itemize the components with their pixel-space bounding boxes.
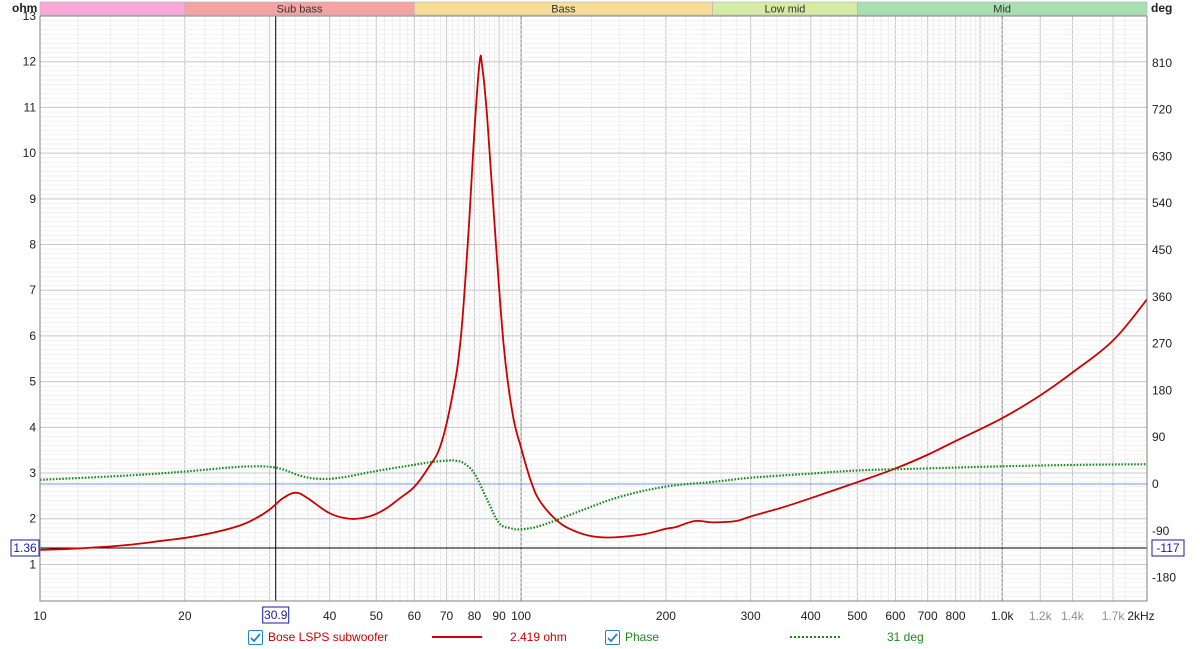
y-left-tick-label: 8 (29, 238, 36, 252)
series2-checkbox[interactable] (605, 630, 620, 645)
x-tick-label: 1.4k (1061, 609, 1085, 623)
y-left-tick-label: 4 (29, 420, 36, 434)
y-right-tick-label: 810 (1152, 56, 1172, 70)
x-tick-label: 10 (33, 609, 47, 623)
x-tick-label: 200 (656, 609, 676, 623)
y-left-tick-label: 10 (23, 146, 37, 160)
y-left-tick-labels: 12345678910111213 (23, 9, 37, 571)
y-right-tick-label: -90 (1152, 524, 1170, 538)
band-label-3: Low mid (764, 4, 805, 16)
y-left-tick-label: 11 (24, 100, 37, 114)
x-tick-label: 1.0k (991, 609, 1015, 623)
band-label-1: Sub bass (277, 4, 323, 16)
cursor-y-left-label: 1.36 (13, 541, 37, 555)
band-label-2: Bass (551, 4, 576, 16)
x-tick-label: 90 (492, 609, 506, 623)
series1-checkbox[interactable] (248, 630, 263, 645)
x-tick-label: 40 (323, 609, 337, 623)
x-tick-label: 700 (918, 609, 938, 623)
frequency-bands: Sub bass Bass Low mid Mid (39, 1, 1148, 16)
series2-readout: 31 deg (887, 630, 924, 644)
series1-readout: 2.419 ohm (510, 630, 567, 644)
left-unit-label: ohm (12, 1, 37, 15)
series1-name: Bose LSPS subwoofer (268, 630, 389, 644)
band-label-4: Mid (993, 4, 1011, 16)
y-right-tick-label: 180 (1152, 383, 1172, 397)
y-right-tick-label: 0 (1152, 477, 1159, 491)
y-right-tick-label: -180 (1152, 571, 1176, 585)
y-right-tick-label: 630 (1152, 149, 1172, 163)
x-tick-label: 80 (468, 609, 482, 623)
x-tick-label: 300 (741, 609, 761, 623)
y-left-tick-label: 9 (29, 192, 36, 206)
y-right-tick-label: 90 (1152, 430, 1166, 444)
y-left-tick-label: 6 (29, 329, 36, 343)
x-tick-label: 500 (847, 609, 867, 623)
x-tick-label: 100 (511, 609, 531, 623)
y-right-tick-label: 720 (1152, 103, 1172, 117)
y-left-tick-label: 2 (29, 512, 36, 526)
y-left-tick-label: 12 (23, 55, 37, 69)
band-0 (39, 1, 186, 16)
y-right-tick-label: 540 (1152, 196, 1172, 210)
x-tick-label: 20 (178, 609, 192, 623)
x-tick-label: 800 (946, 609, 966, 623)
series1-swatch (432, 636, 482, 638)
x-tick-label: 1.2k (1029, 609, 1053, 623)
x-tick-label: 600 (885, 609, 905, 623)
x-tick-label: 1.7k (1102, 609, 1126, 623)
y-left-tick-label: 1 (29, 557, 36, 571)
x-tick-label: 60 (408, 609, 422, 623)
y-left-tick-label: 3 (29, 466, 36, 480)
y-right-tick-label: 450 (1152, 243, 1172, 257)
cursor-y-right-label: -117 (1156, 541, 1179, 555)
y-right-tick-label: 360 (1152, 290, 1172, 304)
x-tick-labels: 10 20 40 50 60 70 80 90 100 200 300 400 500 600 700 800… (33, 609, 1154, 623)
y-left-tick-label: 5 (29, 375, 36, 389)
cursor-x-label: 30.9 (264, 608, 288, 622)
x-tick-label: 400 (801, 609, 821, 623)
y-left-tick-label: 7 (29, 283, 36, 297)
series2-name: Phase (625, 630, 660, 644)
x-tick-label: 2kHz (1127, 609, 1154, 623)
y-right-tick-labels: -180 -90 0 90 180 270 360 450 540 630 720 810 (1152, 56, 1176, 585)
right-unit-label: deg (1151, 1, 1172, 15)
y-right-tick-label: 270 (1152, 337, 1172, 351)
series2-swatch (790, 636, 840, 638)
legend: Bose LSPS subwoofer 2.419 ohm Phase 31 d… (0, 628, 1200, 648)
x-tick-label: 50 (370, 609, 384, 623)
x-tick-label: 70 (440, 609, 454, 623)
impedance-chart: Sub bass Bass Low mid Mid 10 20 40 50 60 70 80 90 1… (10, 1, 1185, 624)
